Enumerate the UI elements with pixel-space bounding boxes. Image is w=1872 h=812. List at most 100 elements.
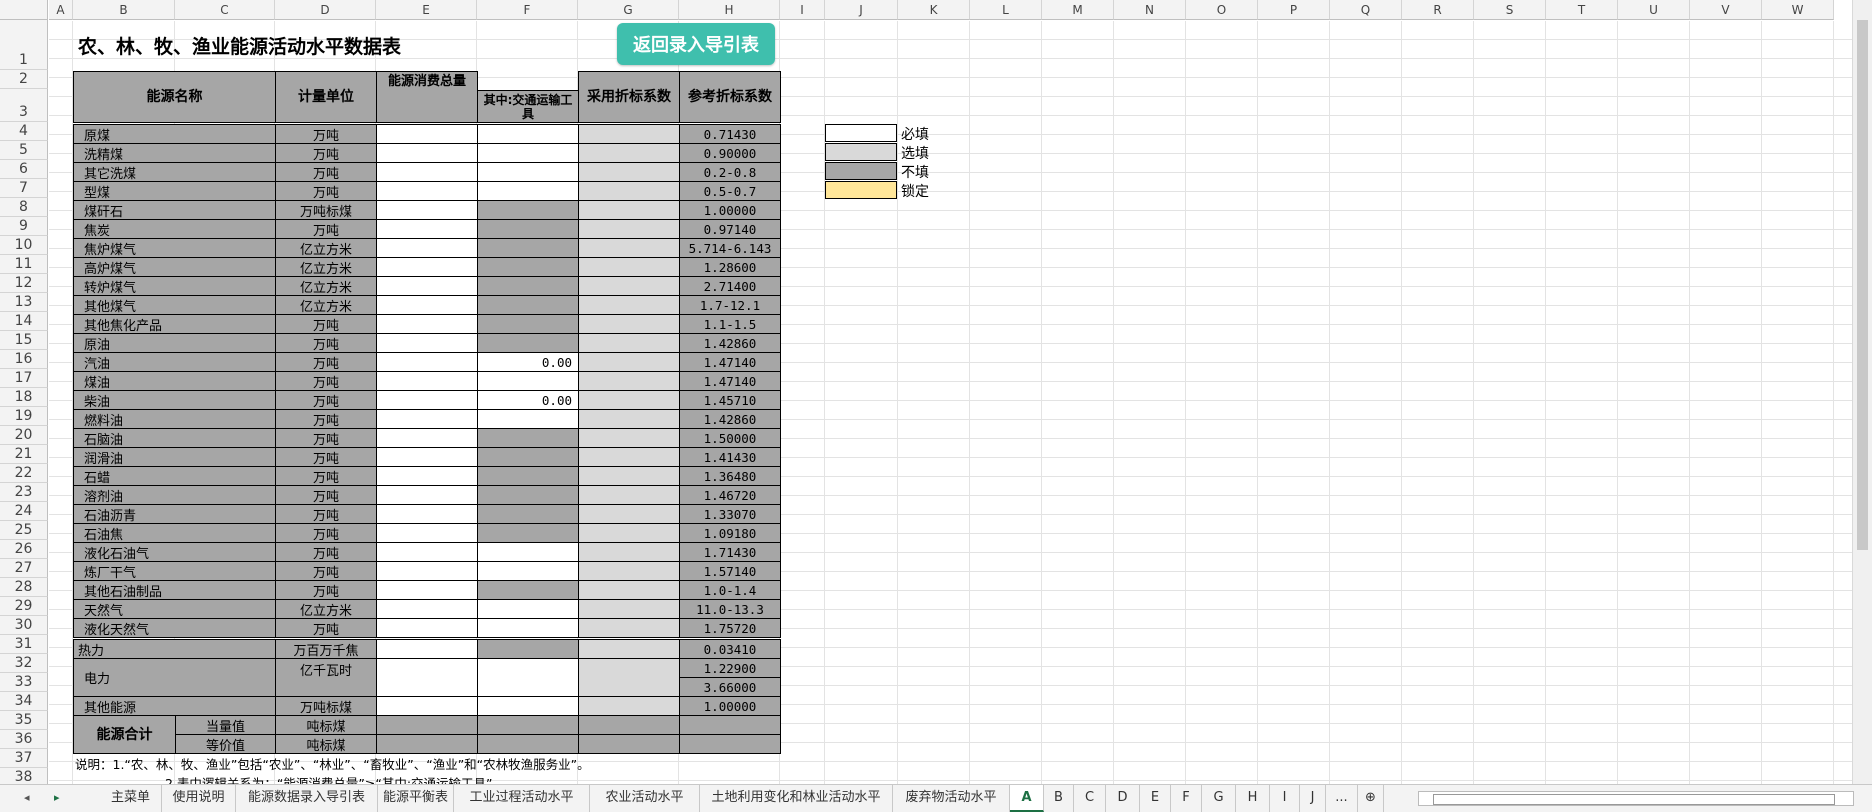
row-header[interactable]: 24 [0, 502, 48, 521]
sheet-tab[interactable]: 主菜单 [100, 785, 162, 812]
transport-input-cell[interactable] [477, 371, 579, 391]
row-header[interactable]: 36 [0, 730, 48, 749]
consumption-input-cell[interactable] [376, 200, 478, 220]
vertical-scrollbar[interactable] [1852, 0, 1872, 784]
row-header[interactable]: 15 [0, 331, 48, 350]
sheet-tab[interactable]: D [1106, 785, 1140, 812]
adopted-factor-cell[interactable] [578, 162, 680, 182]
consumption-input-cell[interactable] [376, 219, 478, 239]
column-header-T[interactable]: T [1546, 0, 1618, 20]
vertical-scroll-thumb[interactable] [1857, 20, 1868, 550]
adopted-factor-cell[interactable] [578, 409, 680, 429]
adopted-factor-cell[interactable] [578, 352, 680, 372]
row-header[interactable]: 34 [0, 692, 48, 711]
consumption-input-cell[interactable] [376, 504, 478, 524]
transport-input-cell[interactable]: 0.00 [477, 390, 579, 410]
column-header-R[interactable]: R [1402, 0, 1474, 20]
consumption-cell-other[interactable] [376, 696, 478, 716]
consumption-input-cell[interactable] [376, 257, 478, 277]
transport-cell-power[interactable] [477, 658, 579, 697]
adopted-factor-cell[interactable] [578, 504, 680, 524]
sheet-tab[interactable]: 使用说明 [162, 785, 236, 812]
consumption-cell-heat[interactable] [376, 639, 478, 659]
consumption-input-cell[interactable] [376, 523, 478, 543]
row-header[interactable]: 28 [0, 578, 48, 597]
column-header-G[interactable]: G [578, 0, 679, 20]
row-header[interactable]: 29 [0, 597, 48, 616]
column-header-S[interactable]: S [1474, 0, 1546, 20]
consumption-input-cell[interactable] [376, 447, 478, 467]
row-header[interactable]: 10 [0, 236, 48, 255]
consumption-input-cell[interactable] [376, 466, 478, 486]
adopted-factor-cell[interactable] [578, 295, 680, 315]
column-header-J[interactable]: J [825, 0, 898, 20]
column-header-E[interactable]: E [376, 0, 477, 20]
sheet-tab[interactable]: ... [1326, 785, 1358, 812]
adopted-factor-cell[interactable] [578, 485, 680, 505]
sheet-tab[interactable]: A [1010, 785, 1044, 812]
column-header-P[interactable]: P [1258, 0, 1330, 20]
row-header[interactable]: 20 [0, 426, 48, 445]
adopted-factor-cell[interactable] [578, 200, 680, 220]
adopted-factor-cell[interactable] [578, 599, 680, 619]
row-header[interactable]: 32 [0, 654, 48, 673]
row-header[interactable]: 16 [0, 350, 48, 369]
consumption-input-cell[interactable] [376, 124, 478, 144]
sheet-tab[interactable]: H [1236, 785, 1270, 812]
consumption-input-cell[interactable] [376, 409, 478, 429]
consumption-input-cell[interactable] [376, 485, 478, 505]
consumption-input-cell[interactable] [376, 428, 478, 448]
row-header[interactable]: 17 [0, 369, 48, 388]
row-header[interactable]: 2 [0, 70, 48, 89]
row-header[interactable]: 18 [0, 388, 48, 407]
row-header[interactable]: 5 [0, 141, 48, 160]
transport-input-cell[interactable] [477, 143, 579, 163]
select-all-corner[interactable] [0, 0, 48, 20]
adopted-factor-cell[interactable] [578, 390, 680, 410]
row-header[interactable]: 13 [0, 293, 48, 312]
sheet-tab[interactable]: 能源平衡表 [378, 785, 454, 812]
consumption-input-cell[interactable] [376, 295, 478, 315]
column-header-V[interactable]: V [1690, 0, 1762, 20]
adopted-factor-cell[interactable] [578, 276, 680, 296]
row-header[interactable]: 12 [0, 274, 48, 293]
adopted-factor-cell[interactable] [578, 333, 680, 353]
consumption-input-cell[interactable] [376, 162, 478, 182]
row-header[interactable]: 26 [0, 540, 48, 559]
sheet-tab[interactable]: 废弃物活动水平 [893, 785, 1010, 812]
consumption-input-cell[interactable] [376, 276, 478, 296]
column-header-M[interactable]: M [1042, 0, 1114, 20]
sheet-tab[interactable]: 工业过程活动水平 [454, 785, 590, 812]
column-header-K[interactable]: K [898, 0, 970, 20]
row-header[interactable]: 35 [0, 711, 48, 730]
column-header-H[interactable]: H [679, 0, 780, 20]
adopted-factor-cell[interactable] [578, 542, 680, 562]
row-header[interactable]: 11 [0, 255, 48, 274]
horizontal-scroll-thumb[interactable] [1433, 794, 1835, 805]
row-header[interactable]: 30 [0, 616, 48, 635]
adopted-factor-cell[interactable] [578, 580, 680, 600]
adopted-factor-cell[interactable] [578, 124, 680, 144]
consumption-input-cell[interactable] [376, 238, 478, 258]
consumption-input-cell[interactable] [376, 352, 478, 372]
sheet-tab[interactable]: 能源数据录入导引表 [236, 785, 378, 812]
transport-cell-other[interactable] [477, 696, 579, 716]
adopted-cell-power[interactable] [578, 658, 680, 697]
consumption-input-cell[interactable] [376, 181, 478, 201]
row-header[interactable]: 23 [0, 483, 48, 502]
transport-input-cell[interactable] [477, 542, 579, 562]
row-header[interactable]: 1 [0, 20, 48, 70]
adopted-factor-cell[interactable] [578, 428, 680, 448]
row-header[interactable]: 14 [0, 312, 48, 331]
row-header[interactable]: 21 [0, 445, 48, 464]
column-header-W[interactable]: W [1762, 0, 1834, 20]
adopted-factor-cell[interactable] [578, 523, 680, 543]
sheet-tab[interactable]: I [1270, 785, 1300, 812]
sheet-tab[interactable]: G [1202, 785, 1236, 812]
transport-input-cell[interactable] [477, 409, 579, 429]
row-header[interactable]: 38 [0, 768, 48, 784]
row-header[interactable]: 8 [0, 198, 48, 217]
adopted-factor-cell[interactable] [578, 466, 680, 486]
sheet-tab[interactable]: C [1074, 785, 1106, 812]
column-header-F[interactable]: F [477, 0, 578, 20]
